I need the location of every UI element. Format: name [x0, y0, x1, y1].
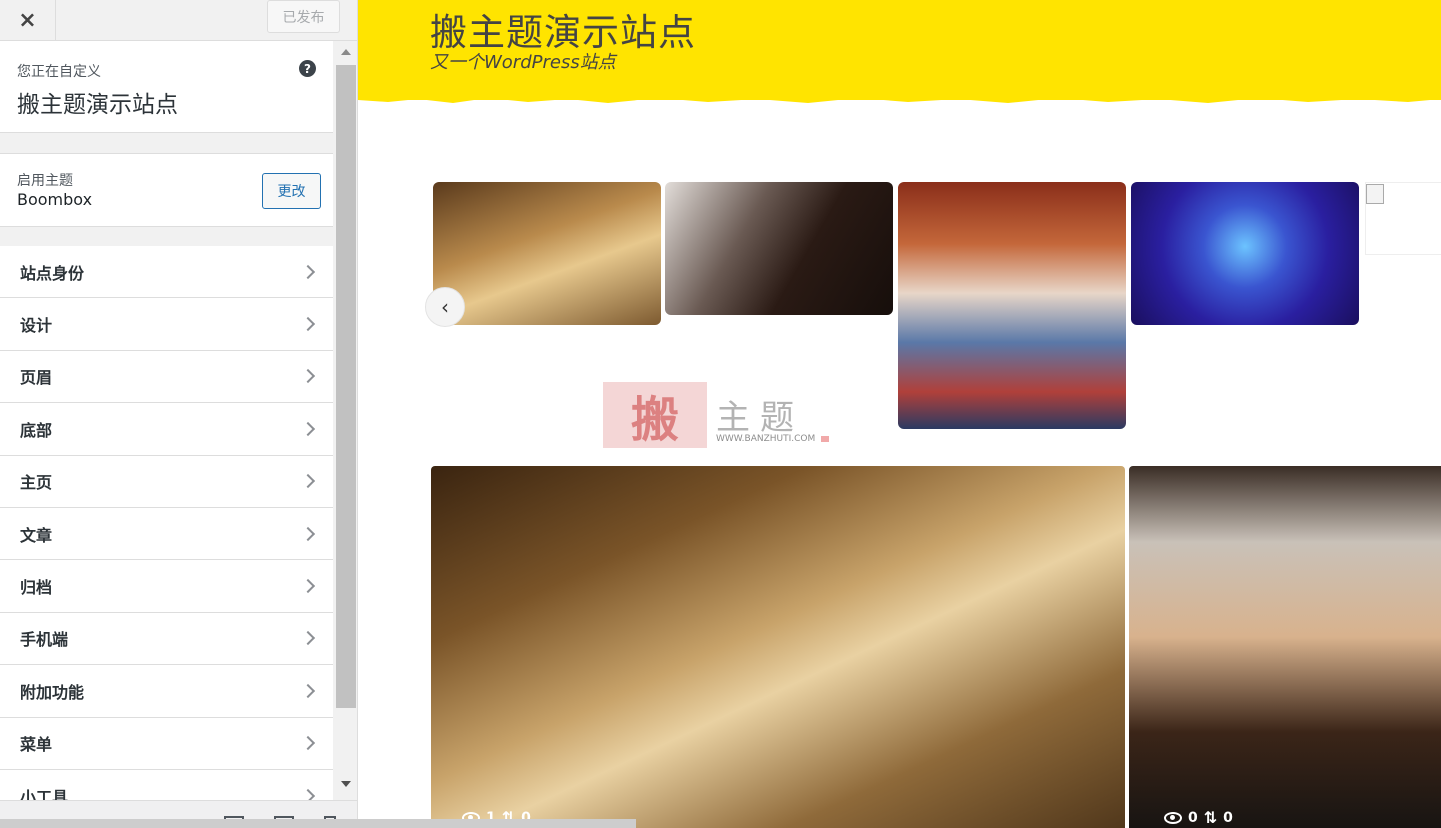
section-widgets[interactable]: 小工具	[0, 769, 333, 800]
carousel-image-dancer[interactable]	[433, 182, 661, 325]
site-name: 搬主题演示站点	[17, 92, 178, 118]
post-card-image[interactable]	[431, 466, 1125, 828]
section-label: 手机端	[20, 630, 69, 650]
carousel-image-kimono[interactable]	[898, 182, 1126, 429]
post-stats: 0 ⇅ 0	[1164, 808, 1233, 827]
chevron-right-icon	[300, 736, 316, 751]
site-tagline: 又一个WordPress站点	[430, 52, 616, 73]
section-label: 设计	[20, 316, 53, 336]
help-icon[interactable]: ?	[299, 60, 316, 77]
section-label: 文章	[20, 525, 53, 545]
customizer-sidebar: × 已发布 您正在自定义 搬主题演示站点 ? 启用主题 Boombox 更改 站…	[0, 0, 358, 828]
votes-count: 0	[1223, 809, 1233, 826]
chevron-right-icon	[300, 578, 316, 594]
horizontal-scrollbar[interactable]	[0, 819, 636, 828]
close-icon: ×	[18, 7, 37, 33]
section-list: 站点身份 设计 页眉 底部 主页 文章 归档 手机端 附加功能 菜单 小工具	[0, 246, 333, 800]
active-theme-name: Boombox	[17, 190, 93, 209]
section-design[interactable]: 设计	[0, 298, 333, 351]
watermark-logo: 搬 主题 WWW.BANZHUTI.COM	[603, 382, 833, 450]
section-label: 归档	[20, 578, 53, 598]
scroll-up-icon[interactable]	[341, 49, 351, 55]
chevron-left-icon: ‹	[441, 295, 449, 319]
post-card-image[interactable]	[1129, 466, 1441, 828]
eye-icon	[1164, 811, 1182, 824]
broken-image-icon	[1366, 184, 1384, 204]
section-site-identity[interactable]: 站点身份	[0, 246, 333, 299]
chevron-right-icon	[300, 264, 316, 279]
sidebar-scrollbar[interactable]	[334, 41, 357, 800]
customizer-window: × 已发布 您正在自定义 搬主题演示站点 ? 启用主题 Boombox 更改 站…	[0, 0, 1441, 828]
carousel-image-violin[interactable]	[665, 182, 893, 315]
section-header[interactable]: 页眉	[0, 350, 333, 404]
carousel-image-heart[interactable]	[1131, 182, 1359, 325]
site-preview: 搬主题演示站点 又一个WordPress站点 ‹ 搬 主题 WWW.BANZHU…	[358, 0, 1441, 828]
section-posts[interactable]: 文章	[0, 507, 333, 561]
section-label: 小工具	[20, 787, 69, 800]
active-theme-panel: 启用主题 Boombox 更改	[0, 153, 333, 227]
change-theme-button[interactable]: 更改	[262, 173, 321, 209]
section-menus[interactable]: 菜单	[0, 717, 333, 770]
watermark-url: WWW.BANZHUTI.COM	[716, 434, 816, 444]
views-count: 0	[1188, 809, 1198, 826]
section-archives[interactable]: 归档	[0, 560, 333, 613]
customizer-header: × 已发布	[0, 0, 357, 41]
section-label: 主页	[20, 473, 53, 493]
watermark-text: 主题	[716, 398, 804, 438]
close-button[interactable]: ×	[0, 0, 56, 40]
site-header: 搬主题演示站点 又一个WordPress站点	[358, 0, 1441, 100]
published-button[interactable]: 已发布	[267, 0, 340, 33]
vote-icon: ⇅	[1203, 808, 1218, 827]
scroll-thumb[interactable]	[336, 65, 356, 708]
section-extras[interactable]: 附加功能	[0, 665, 333, 718]
chevron-right-icon	[300, 369, 316, 384]
customizing-label: 您正在自定义	[17, 64, 101, 80]
carousel-prev-button[interactable]: ‹	[425, 287, 465, 327]
section-label: 站点身份	[20, 263, 85, 283]
chevron-right-icon	[300, 317, 316, 332]
section-label: 底部	[20, 420, 53, 440]
section-label: 菜单	[20, 735, 53, 755]
section-footer[interactable]: 底部	[0, 403, 333, 456]
scroll-down-icon[interactable]	[341, 781, 351, 787]
watermark-dot	[821, 436, 829, 442]
section-mobile[interactable]: 手机端	[0, 612, 333, 666]
section-label: 附加功能	[20, 682, 85, 702]
header-torn-edge	[358, 90, 1441, 103]
chevron-right-icon	[300, 474, 316, 489]
chevron-right-icon	[300, 421, 316, 436]
active-theme-label: 启用主题	[17, 173, 73, 189]
section-label: 页眉	[20, 368, 53, 388]
watermark-mark: 搬	[603, 382, 707, 448]
customizer-info: 您正在自定义 搬主题演示站点 ?	[0, 41, 333, 133]
chevron-right-icon	[300, 631, 316, 646]
chevron-right-icon	[300, 788, 316, 800]
section-homepage[interactable]: 主页	[0, 455, 333, 508]
customizer-controls: 您正在自定义 搬主题演示站点 ? 启用主题 Boombox 更改 站点身份 设计…	[0, 41, 333, 800]
chevron-right-icon	[300, 526, 316, 541]
chevron-right-icon	[300, 683, 316, 698]
